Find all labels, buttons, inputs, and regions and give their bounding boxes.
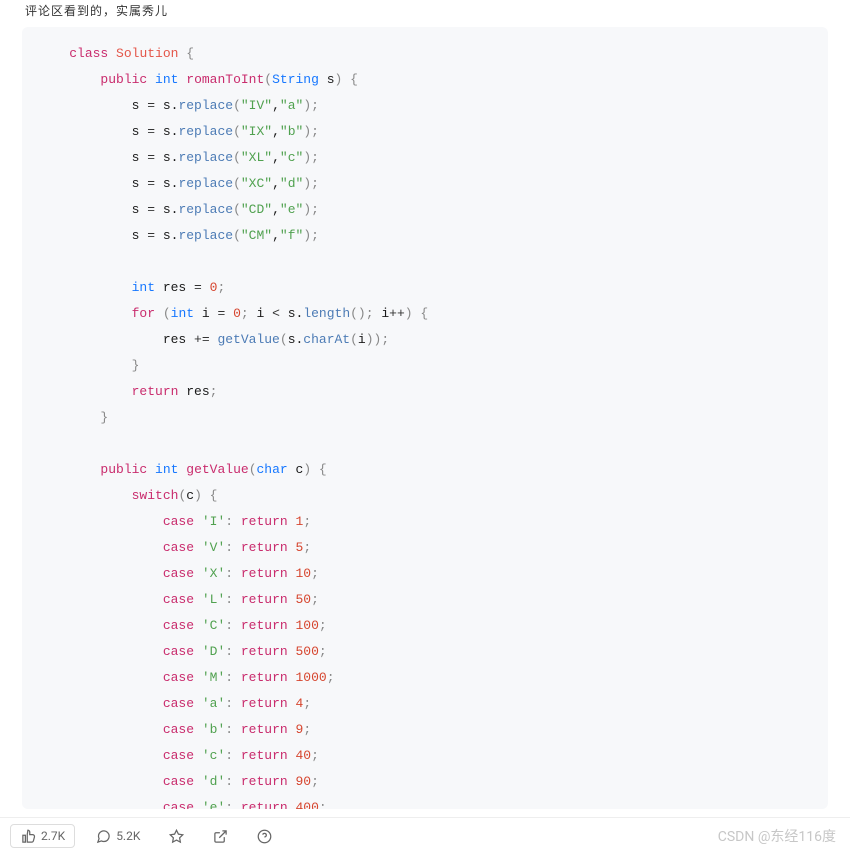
comment-icon	[95, 828, 111, 844]
code-content: class Solution { public int romanToInt(S…	[38, 41, 812, 809]
share-button[interactable]	[204, 824, 236, 848]
question-icon	[256, 828, 272, 844]
like-count: 2.7K	[41, 829, 65, 843]
toolbar: 2.7K 5.2K	[0, 817, 850, 854]
star-icon	[168, 828, 184, 844]
help-button[interactable]	[248, 824, 280, 848]
favorite-button[interactable]	[160, 824, 192, 848]
share-icon	[212, 828, 228, 844]
comment-count: 5.2K	[116, 829, 140, 843]
comment-text: 评论区看到的，实属秀儿	[0, 0, 850, 27]
like-button[interactable]: 2.7K	[10, 824, 75, 848]
comment-button[interactable]: 5.2K	[87, 824, 148, 848]
code-block[interactable]: class Solution { public int romanToInt(S…	[22, 27, 828, 809]
thumbs-up-icon	[20, 828, 36, 844]
